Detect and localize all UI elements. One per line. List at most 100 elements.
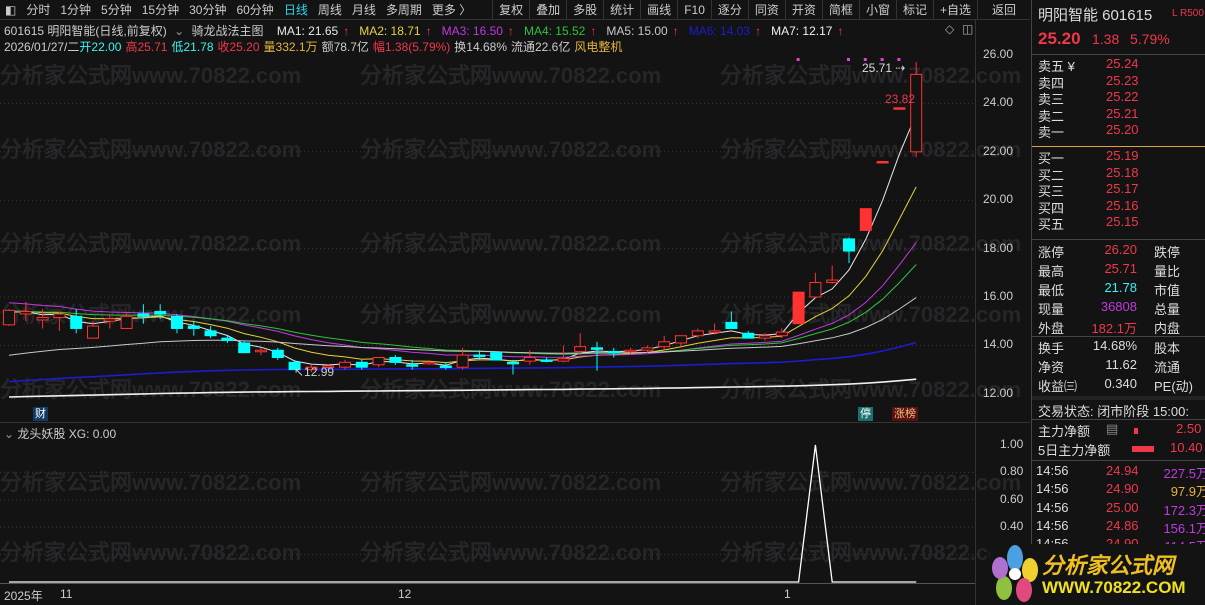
tick-volume: 172.3万 xyxy=(1163,502,1205,518)
stat-label: 现量 xyxy=(1038,302,1065,317)
tick-time: 14:56 xyxy=(1036,481,1069,497)
sub-chevron-icon[interactable]: ⌄ xyxy=(4,427,14,441)
bid-label: 买五 xyxy=(1038,217,1065,232)
candle xyxy=(876,160,889,164)
price-chart[interactable]: 25.71 ⇢ 23.82 ↖12.99 xyxy=(0,0,1030,605)
candle xyxy=(490,351,503,361)
candle xyxy=(339,359,351,370)
candle xyxy=(87,321,99,339)
price-change: 1.38 xyxy=(1092,31,1120,47)
lr-badge[interactable]: L R500 xyxy=(1172,8,1204,19)
candle xyxy=(859,208,872,231)
candle xyxy=(507,359,519,375)
stat-label: 换手 xyxy=(1038,341,1065,356)
stat-label-2: 股本 xyxy=(1154,341,1181,356)
candle xyxy=(725,311,738,329)
stat-label: 最低 xyxy=(1038,283,1065,298)
tick-volume: 97.9万 xyxy=(1170,484,1205,500)
stat-label: 外盘 xyxy=(1038,321,1065,336)
candle xyxy=(372,357,385,368)
sub-tick: 0.60 xyxy=(1000,491,1024,506)
price-tick: 12.00 xyxy=(983,385,1014,400)
candle xyxy=(221,335,234,343)
ask-price[interactable]: 25.22 xyxy=(1106,89,1139,104)
candle xyxy=(70,309,83,334)
stat-value: 182.1万 xyxy=(1091,321,1137,336)
limit-badge[interactable]: 停 xyxy=(858,407,873,421)
finance-badge[interactable]: 财 xyxy=(33,407,48,421)
price-tick: 16.00 xyxy=(983,289,1014,303)
bid-price[interactable]: 25.15 xyxy=(1106,214,1139,229)
candle xyxy=(389,355,402,365)
time-jan: 1 xyxy=(784,587,791,601)
bid-price[interactable]: 25.16 xyxy=(1106,198,1139,213)
candle xyxy=(271,347,284,360)
candle xyxy=(355,359,368,370)
sub-title[interactable]: 龙头妖股 xyxy=(17,427,65,441)
list-icon[interactable]: ▤ xyxy=(1106,421,1118,437)
candle xyxy=(607,347,620,358)
sub-tick: 0.80 xyxy=(1000,464,1024,479)
site-logo: 分析家公式网 WWW.70822.COM xyxy=(990,544,1205,605)
stat-value: 25.71 xyxy=(1104,261,1137,276)
stock-name-code: 明阳智能 601615 xyxy=(1038,7,1153,24)
price-tick: 26.00 xyxy=(983,47,1014,61)
candle xyxy=(843,237,855,264)
ask-label: 卖一 xyxy=(1038,125,1065,140)
sub-indicator-header: ⌄ 龙头妖股 XG: 0.00 xyxy=(4,425,116,442)
main-net-5d-label: 5日主力净额 xyxy=(1038,443,1111,458)
tick-time: 14:56 xyxy=(1036,499,1069,515)
stat-value: 36808 xyxy=(1100,299,1137,314)
stat-label-2: 流通 xyxy=(1154,360,1181,375)
stat-label: 净资 xyxy=(1038,360,1065,375)
candle xyxy=(137,304,150,324)
flower-logo-icon xyxy=(992,545,1038,602)
xg-value: XG: 0.00 xyxy=(68,427,117,441)
time-nov: 11 xyxy=(60,587,73,601)
tick-volume: 156.1万 xyxy=(1163,520,1205,536)
stat-label: 涨停 xyxy=(1038,245,1065,260)
candle xyxy=(255,347,267,356)
candle xyxy=(893,107,906,110)
price-tick: 24.00 xyxy=(983,95,1014,110)
candle xyxy=(204,326,217,339)
tick-volume: 227.5万 xyxy=(1163,466,1205,481)
tick-time: 14:56 xyxy=(1036,517,1069,533)
candle xyxy=(540,357,553,363)
stat-label-2: 市值 xyxy=(1154,283,1181,298)
stat-label-2: 总量 xyxy=(1154,302,1181,317)
candle xyxy=(120,311,133,329)
xg-line xyxy=(9,444,917,583)
stat-label-2: PE(动) xyxy=(1154,379,1194,394)
sub-tick: 1.00 xyxy=(1000,437,1024,451)
tick-price: 24.94 xyxy=(1106,463,1139,478)
bid-price[interactable]: 25.17 xyxy=(1106,181,1139,196)
bid-price[interactable]: 25.18 xyxy=(1106,165,1139,180)
quote-panel: 明阳智能 601615 L R500 25.20 1.38 5.79% 卖五 ¥… xyxy=(1031,0,1205,605)
candle xyxy=(708,323,721,335)
tick-price: 25.00 xyxy=(1106,499,1139,515)
bid-price[interactable]: 25.19 xyxy=(1106,148,1139,163)
ask-price[interactable]: 25.24 xyxy=(1106,56,1139,71)
ask-price[interactable]: 25.23 xyxy=(1106,73,1139,88)
stat-label: 收益㈢ xyxy=(1038,379,1078,394)
stat-label-2: 内盘 xyxy=(1154,321,1181,336)
candle xyxy=(792,291,805,325)
price-tick: 18.00 xyxy=(983,240,1014,255)
ask-price[interactable]: 25.21 xyxy=(1106,106,1139,121)
stat-value: 14.68% xyxy=(1092,338,1137,353)
main-net-label: 主力净额 xyxy=(1038,424,1091,439)
ask-price[interactable]: 25.20 xyxy=(1106,122,1139,137)
time-year: 2025年 xyxy=(4,589,43,603)
main-net-value: 2.50 xyxy=(1176,421,1202,436)
last-price: 25.20 xyxy=(1038,29,1081,48)
candle xyxy=(3,309,15,327)
zhangbang-badge[interactable]: 涨榜 xyxy=(892,407,918,421)
price-pct: 5.79% xyxy=(1130,31,1170,47)
time-dec: 12 xyxy=(398,587,412,601)
candle xyxy=(742,330,755,339)
ma-line-7 xyxy=(8,378,917,398)
main-net-5d-bar xyxy=(1132,446,1154,452)
tick-price: 24.86 xyxy=(1106,517,1139,533)
stat-label-2: 量比 xyxy=(1154,264,1181,279)
